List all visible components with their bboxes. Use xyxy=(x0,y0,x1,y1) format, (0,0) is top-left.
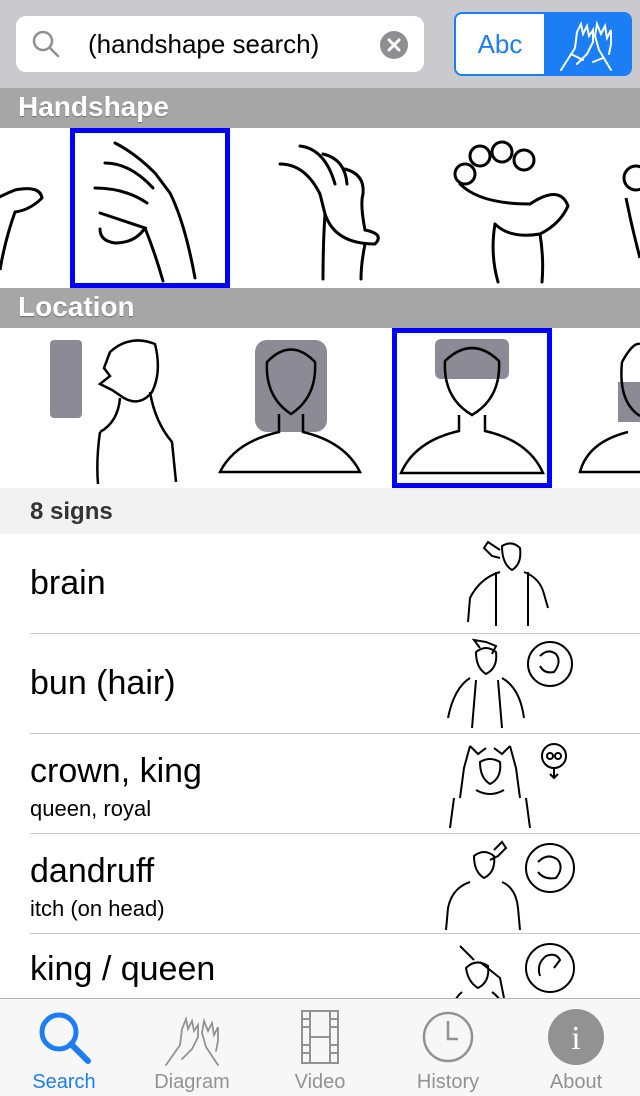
hand-shape-image xyxy=(622,164,640,259)
sign-title: brain xyxy=(30,564,106,602)
sign-title: crown, king xyxy=(30,752,202,790)
info-icon: i xyxy=(548,1009,604,1065)
location-option-side-head[interactable] xyxy=(40,332,190,485)
tab-label: Search xyxy=(32,1071,96,1093)
location-figure-image xyxy=(217,340,363,474)
tab-about[interactable]: i About xyxy=(512,999,640,1096)
handshape-option[interactable] xyxy=(440,134,590,284)
location-figure-image xyxy=(399,339,545,475)
handshape-option[interactable] xyxy=(0,140,50,280)
hand-shape-image xyxy=(453,140,570,284)
tab-label: Diagram xyxy=(154,1071,230,1093)
top-bar: (handshape search) Abc xyxy=(0,0,640,88)
tab-video[interactable]: Video xyxy=(256,999,384,1096)
sign-illustration xyxy=(467,540,549,626)
tab-diagram[interactable]: Diagram xyxy=(128,999,256,1096)
handshape-search-mode-button[interactable] xyxy=(544,14,630,74)
handshape-picker[interactable] xyxy=(0,128,640,288)
location-header-label: Location xyxy=(18,291,135,322)
clear-search-button[interactable] xyxy=(380,31,408,59)
location-picker[interactable] xyxy=(0,328,640,488)
hands-icon xyxy=(560,20,612,71)
location-section-header: Location xyxy=(0,288,640,328)
list-item[interactable]: brain xyxy=(0,534,640,634)
location-figure-image xyxy=(50,339,178,485)
search-mode-toggle: Abc xyxy=(454,12,632,76)
hands-icon xyxy=(165,1015,219,1066)
tab-label: Video xyxy=(294,1071,346,1093)
hand-shape-image xyxy=(278,144,380,281)
sign-subtitle: queen, royal xyxy=(30,796,152,821)
tab-label: About xyxy=(549,1071,603,1093)
handshape-header-label: Handshape xyxy=(18,91,169,122)
tab-history[interactable]: History xyxy=(384,999,512,1096)
tab-bar: Search Diagram Video History i About xyxy=(0,998,640,1096)
location-option[interactable] xyxy=(578,332,640,484)
sign-subtitle: itch (on head) xyxy=(30,896,165,921)
results-count-header: 8 signs xyxy=(0,488,640,534)
handshape-option[interactable] xyxy=(612,148,640,268)
results-count-label: 8 signs xyxy=(30,498,113,525)
location-option-face[interactable] xyxy=(215,332,365,484)
sign-title: dandruff xyxy=(30,852,155,890)
handshape-option-selected[interactable] xyxy=(70,128,230,288)
search-icon xyxy=(39,1012,91,1064)
location-figure-image xyxy=(578,342,640,474)
location-option-upper-head-selected[interactable] xyxy=(392,328,552,488)
tab-search[interactable]: Search xyxy=(0,999,128,1096)
list-item[interactable]: dandruff itch (on head) xyxy=(0,834,640,934)
sign-title: king / queen xyxy=(30,950,216,988)
text-search-mode-button[interactable]: Abc xyxy=(456,14,544,74)
search-icon xyxy=(32,30,60,58)
handshape-option[interactable] xyxy=(265,134,415,284)
handshape-section-header: Handshape xyxy=(0,88,640,128)
film-icon xyxy=(301,1010,339,1064)
hand-shape-image xyxy=(0,187,44,271)
search-text[interactable]: (handshape search) xyxy=(88,28,319,60)
close-icon xyxy=(387,38,401,52)
hand-shape-image xyxy=(93,141,197,283)
sign-illustration xyxy=(445,840,575,930)
sign-illustration xyxy=(447,638,573,729)
sign-illustration xyxy=(449,743,567,829)
list-item[interactable]: bun (hair) xyxy=(0,634,640,734)
search-field[interactable]: (handshape search) xyxy=(16,16,424,72)
tab-label: History xyxy=(416,1071,480,1093)
list-item[interactable]: crown, king queen, royal xyxy=(0,734,640,834)
clock-icon xyxy=(422,1011,474,1063)
sign-title: bun (hair) xyxy=(30,664,176,702)
svg-text:i: i xyxy=(571,1020,580,1057)
